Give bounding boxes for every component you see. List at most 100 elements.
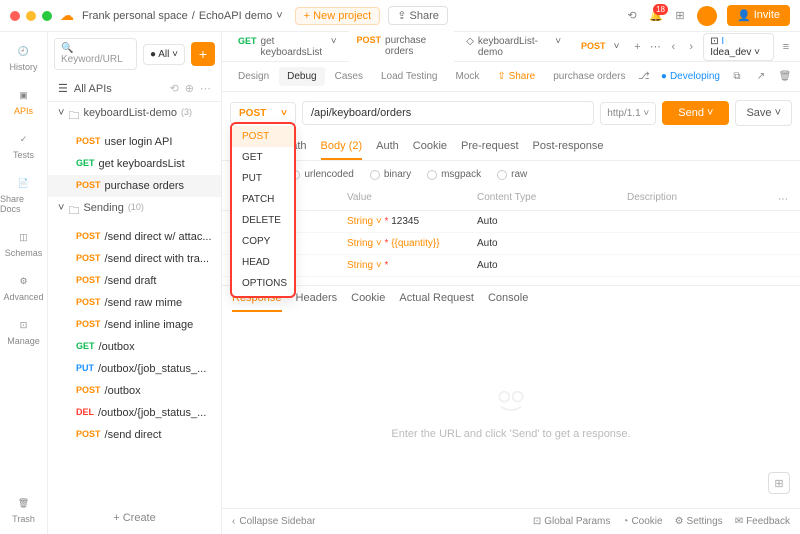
param-row[interactable]: String ˅ * {{quantity}}Auto: [222, 233, 800, 255]
tree-item[interactable]: PUT /outbox/{job_status_...: [48, 358, 221, 380]
tree-item[interactable]: DEL /outbox/{job_status_...: [48, 402, 221, 424]
method-option-delete[interactable]: DELETE: [232, 210, 294, 231]
editor-tab[interactable]: GET get keyboardsList ˅: [230, 32, 345, 62]
rail-advanced[interactable]: ⚙Advanced: [3, 272, 43, 302]
notifications-icon[interactable]: 🔔18: [649, 9, 663, 23]
method-dropdown[interactable]: POSTGETPUTPATCHDELETECOPYHEADOPTIONS: [230, 122, 296, 298]
url-input[interactable]: /api/keyboard/orders: [302, 101, 594, 125]
avatar[interactable]: [697, 6, 717, 26]
more-cols-icon[interactable]: ⋯: [776, 192, 790, 206]
add-button[interactable]: +: [191, 42, 215, 66]
resp-tab-console[interactable]: Console: [488, 286, 528, 312]
branch-icon[interactable]: ⎇: [637, 70, 651, 84]
req-tab-pre-request[interactable]: Pre-request: [461, 134, 518, 160]
param-row[interactable]: dIdString ˅ * 12345Auto: [222, 211, 800, 233]
new-project-button[interactable]: + New project: [295, 7, 381, 25]
chevron-down-icon[interactable]: ˅: [276, 10, 282, 22]
resp-tab-actual request[interactable]: Actual Request: [399, 286, 474, 312]
tree-item[interactable]: POST /send direct: [48, 424, 221, 446]
tree-item[interactable]: POST /outbox: [48, 380, 221, 402]
subtab-mock[interactable]: Mock: [448, 67, 488, 86]
method-option-copy[interactable]: COPY: [232, 231, 294, 252]
delete-icon[interactable]: 🗑: [778, 70, 792, 84]
body-type-msgpack[interactable]: msgpack: [427, 169, 481, 180]
protocol-select[interactable]: http/1.1 ˅: [600, 102, 656, 125]
subtab-debug[interactable]: Debug: [279, 67, 324, 86]
req-tab-post-response[interactable]: Post-response: [533, 134, 604, 160]
grid-icon[interactable]: ⊞: [673, 9, 687, 23]
tree-folder[interactable]: ˅ 🗀 keyboardList-demo (3): [48, 102, 221, 131]
req-tab-body[interactable]: Body (2): [321, 134, 363, 160]
editor-tab[interactable]: ◇ keyboardList-demo ˅: [458, 32, 569, 62]
tree-folder[interactable]: ˅ 🗀 Sending (10): [48, 197, 221, 226]
project-name[interactable]: EchoAPI demo: [199, 10, 272, 22]
footer-settings[interactable]: ⚙ Settings: [675, 516, 723, 527]
more-icon[interactable]: ⊕: [185, 82, 194, 95]
subtab-cases[interactable]: Cases: [327, 67, 371, 86]
method-option-patch[interactable]: PATCH: [232, 189, 294, 210]
global-params[interactable]: ⊡ Global Params: [533, 516, 611, 527]
sync-icon[interactable]: ⟲: [625, 9, 639, 23]
tree-item[interactable]: POST /send draft: [48, 270, 221, 292]
tree-item[interactable]: POST /send direct with tra...: [48, 248, 221, 270]
resp-tab-cookie[interactable]: Cookie: [351, 286, 385, 312]
create-button[interactable]: + Create: [68, 508, 201, 528]
chevron-down-icon[interactable]: ˅: [555, 36, 561, 58]
body-type-raw[interactable]: raw: [497, 169, 527, 180]
method-option-head[interactable]: HEAD: [232, 252, 294, 273]
refresh-icon[interactable]: ⟲: [170, 82, 179, 95]
tree-item[interactable]: GET /outbox: [48, 336, 221, 358]
tab-add-icon[interactable]: +: [631, 40, 643, 54]
chevron-down-icon[interactable]: ˅: [331, 36, 337, 58]
subtab-load testing[interactable]: Load Testing: [373, 67, 446, 86]
all-apis-header[interactable]: ☰ All APIs ⟲⊕⋯: [48, 76, 221, 102]
method-option-put[interactable]: PUT: [232, 168, 294, 189]
tree-item[interactable]: POST purchase orders: [48, 175, 221, 197]
editor-tab[interactable]: POST purchase orders: [349, 31, 455, 63]
max-window[interactable]: [42, 11, 52, 21]
editor-tab[interactable]: POST ˅: [573, 37, 627, 56]
status-badge[interactable]: Developing: [661, 71, 720, 82]
tree-item[interactable]: POST /send raw mime: [48, 292, 221, 314]
req-tab-auth[interactable]: Auth: [376, 134, 399, 160]
collapse-sidebar[interactable]: ‹ Collapse Sidebar: [232, 516, 316, 527]
tab-prev-icon[interactable]: ‹: [667, 40, 679, 54]
subtab-share[interactable]: ⇪ Share: [489, 67, 543, 86]
min-window[interactable]: [26, 11, 36, 21]
body-type-urlencoded[interactable]: urlencoded: [290, 169, 353, 180]
req-tab-cookie[interactable]: Cookie: [413, 134, 447, 160]
footer-cookie[interactable]: ◔ Cookie: [622, 516, 662, 527]
tree-item[interactable]: POST /send direct w/ attac...: [48, 226, 221, 248]
env-settings-icon[interactable]: ≡: [780, 40, 792, 54]
close-window[interactable]: [10, 11, 20, 21]
tree-item[interactable]: POST user login API: [48, 131, 221, 153]
save-button[interactable]: Save ˅: [735, 100, 792, 126]
invite-button[interactable]: 👤 Invite: [727, 5, 790, 26]
rail-share-docs[interactable]: 📄Share Docs: [0, 174, 47, 214]
open-icon[interactable]: ↗: [754, 70, 768, 84]
param-row[interactable]: String ˅ * Auto: [222, 255, 800, 277]
env-select[interactable]: ⊡ I Idea_dev ˅: [703, 33, 774, 61]
footer-feedback[interactable]: ✉ Feedback: [735, 516, 790, 527]
chevron-down-icon[interactable]: ˅: [614, 41, 620, 52]
resp-tab-headers[interactable]: Headers: [296, 286, 338, 312]
rail-manage[interactable]: ⊡Manage: [7, 316, 40, 346]
subtab-design[interactable]: Design: [230, 67, 277, 86]
rail-history[interactable]: 🕘History: [9, 42, 37, 72]
search-input[interactable]: 🔍 Keyword/URL: [54, 38, 137, 70]
rail-schemas[interactable]: ◫Schemas: [5, 228, 43, 258]
tree-item[interactable]: POST /send inline image: [48, 314, 221, 336]
menu-icon[interactable]: ⋯: [200, 82, 211, 95]
rail-apis[interactable]: ▣APIs: [14, 86, 33, 116]
workspace-name[interactable]: Frank personal space: [82, 10, 188, 22]
share-button[interactable]: ⇪ Share: [388, 6, 448, 25]
method-option-options[interactable]: OPTIONS: [232, 273, 294, 294]
rail-tests[interactable]: ✓Tests: [13, 130, 34, 160]
method-option-post[interactable]: POST: [232, 126, 294, 147]
tab-next-icon[interactable]: ›: [685, 40, 697, 54]
method-option-get[interactable]: GET: [232, 147, 294, 168]
rail-trash[interactable]: 🗑Trash: [12, 494, 35, 524]
send-button[interactable]: Send ˅: [662, 101, 729, 125]
tab-more-icon[interactable]: ⋯: [649, 40, 661, 54]
body-type-binary[interactable]: binary: [370, 169, 411, 180]
